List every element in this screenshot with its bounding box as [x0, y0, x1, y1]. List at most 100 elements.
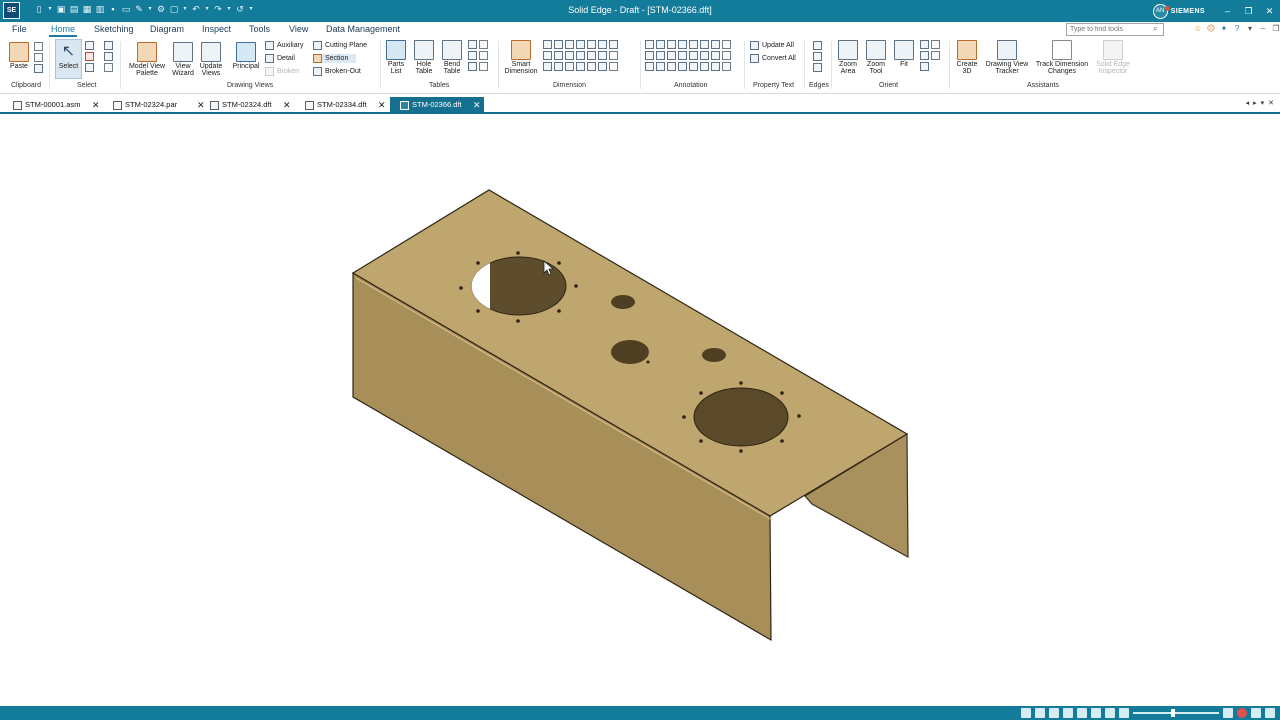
doc-restore-icon[interactable]: ❐	[1271, 23, 1280, 34]
zoom-tool-button[interactable]: Zoom Tool	[864, 40, 888, 75]
note-icon[interactable]	[700, 51, 709, 60]
find-tools-input[interactable]	[1066, 23, 1164, 36]
capture-icon[interactable]	[1251, 708, 1261, 718]
edge-hide-icon[interactable]	[813, 63, 822, 72]
table-icon[interactable]	[468, 40, 477, 49]
zoom-in-status-icon[interactable]	[1223, 708, 1233, 718]
table-props-icon[interactable]	[479, 62, 488, 71]
edge-painter-icon[interactable]	[813, 52, 822, 61]
fit-status-icon[interactable]	[1063, 708, 1073, 718]
close-all-tabs-icon[interactable]: ✕	[1268, 99, 1274, 107]
help-status-icon[interactable]	[1265, 708, 1275, 718]
file-icon[interactable]: ▥	[95, 3, 105, 16]
zoom-status-icon[interactable]	[1049, 708, 1059, 718]
select-filter-icon[interactable]	[85, 41, 94, 50]
zoom-slider[interactable]	[1133, 709, 1219, 717]
pan-icon[interactable]	[931, 40, 940, 49]
update-all-button[interactable]: Update All	[750, 41, 794, 50]
grid-status-icon[interactable]	[1105, 708, 1115, 718]
callout-icon[interactable]	[667, 40, 676, 49]
tab-list-icon[interactable]: ▾	[1261, 99, 1265, 107]
broken-out-button[interactable]: Broken-Out	[313, 67, 361, 76]
sparkle-icon[interactable]: ✦	[1219, 23, 1229, 34]
minimize-icon[interactable]: –	[1217, 6, 1238, 16]
track-dimension-changes-button[interactable]: Track Dimension Changes	[1033, 40, 1091, 75]
model-view-palette-button[interactable]: Model View Palette	[126, 42, 168, 77]
update-views-button[interactable]: Update Views	[198, 42, 224, 77]
stack-icon[interactable]	[554, 51, 563, 60]
dim-more-icon[interactable]	[609, 62, 618, 71]
undo-icon[interactable]: ↶	[191, 3, 201, 16]
auxiliary-button[interactable]: Auxiliary	[265, 41, 303, 50]
zoom-out-icon[interactable]	[920, 51, 929, 60]
select-chain-icon[interactable]	[104, 52, 113, 61]
center-mark-icon[interactable]	[667, 51, 676, 60]
clipboard-dropdown-icon[interactable]: ▾	[182, 3, 188, 16]
select-none-icon[interactable]	[104, 63, 113, 72]
maximize-icon[interactable]: ❐	[1238, 6, 1259, 17]
image-icon[interactable]	[711, 62, 720, 71]
centerline-icon[interactable]	[678, 51, 687, 60]
select-mode-icon[interactable]	[1021, 708, 1031, 718]
repeat-icon[interactable]: ↺	[235, 3, 245, 16]
new-dropdown-icon[interactable]: ▾	[47, 3, 53, 16]
tab-sketching[interactable]: Sketching	[94, 24, 134, 34]
fill-icon[interactable]	[689, 62, 698, 71]
table-grid-icon[interactable]	[468, 51, 477, 60]
edge-condition-icon[interactable]	[700, 40, 709, 49]
annot-more-icon[interactable]	[722, 51, 731, 60]
help-icon[interactable]: ?	[1232, 23, 1242, 34]
dim-style-icon[interactable]	[609, 51, 618, 60]
symmetric-icon[interactable]	[587, 40, 596, 49]
record-icon[interactable]	[1237, 708, 1247, 718]
dim-prefix-icon[interactable]	[576, 62, 585, 71]
smiley-icon[interactable]: ☺	[1193, 23, 1203, 34]
connector-icon[interactable]	[645, 62, 654, 71]
sheet-status-icon[interactable]	[1091, 708, 1101, 718]
edge-display-icon[interactable]	[813, 41, 822, 50]
frown-icon[interactable]: ☹	[1206, 23, 1216, 34]
drawing-canvas[interactable]	[0, 116, 1280, 706]
doc-minimize-icon[interactable]: –	[1258, 23, 1268, 34]
print-icon[interactable]: ▭	[121, 3, 131, 16]
customize-qat-icon[interactable]: ▾	[248, 3, 254, 16]
chamfer-icon[interactable]	[576, 40, 585, 49]
revision-icon[interactable]	[656, 62, 665, 71]
select-window-icon[interactable]	[104, 41, 113, 50]
close-tab-icon[interactable]: ✕	[378, 97, 386, 113]
app-logo-icon[interactable]: SE	[3, 2, 20, 19]
leader-icon[interactable]	[645, 40, 654, 49]
weld-icon[interactable]	[689, 40, 698, 49]
tab-data-management[interactable]: Data Management	[326, 24, 400, 34]
settings-icon[interactable]: ⚙	[156, 3, 166, 16]
previous-view-icon[interactable]	[920, 62, 929, 71]
close-tab-icon[interactable]: ✕	[473, 97, 481, 113]
cutting-plane-button[interactable]: Cutting Plane	[313, 41, 367, 50]
close-icon[interactable]: ✕	[1259, 6, 1280, 17]
broken-button[interactable]: Broken	[265, 67, 299, 76]
block-label-icon[interactable]	[678, 62, 687, 71]
close-tab-icon[interactable]: ✕	[197, 97, 205, 113]
convert-all-button[interactable]: Convert All	[750, 54, 796, 63]
drawing-view-tracker-button[interactable]: Drawing View Tracker	[982, 40, 1032, 75]
cross-hatch-icon[interactable]	[656, 51, 665, 60]
paste-button[interactable]: Paste	[8, 42, 30, 70]
balloon-icon[interactable]	[656, 40, 665, 49]
text-icon[interactable]	[689, 51, 698, 60]
doc-tab-stm-02324-dft[interactable]: STM-02324.dft ✕	[210, 97, 300, 113]
tab-diagram[interactable]: Diagram	[150, 24, 184, 34]
radial-icon[interactable]	[598, 40, 607, 49]
table-format-icon[interactable]	[479, 51, 488, 60]
arc-length-icon[interactable]	[565, 51, 574, 60]
dim-align-icon[interactable]	[543, 62, 552, 71]
copy-icon[interactable]	[34, 53, 43, 62]
baseline-icon[interactable]	[576, 51, 585, 60]
tab-home[interactable]: Home	[48, 24, 78, 37]
doc-tab-stm-02366-dft[interactable]: STM-02366.dft ✕	[390, 97, 484, 113]
undo-dropdown-icon[interactable]: ▾	[204, 3, 210, 16]
distance-icon[interactable]	[543, 40, 552, 49]
edit-icon[interactable]: ✎	[134, 3, 144, 16]
solid-edge-inspector-button[interactable]: Solid Edge Inspector	[1092, 40, 1134, 75]
select-fence-icon[interactable]	[85, 52, 94, 61]
annot-extra-icon[interactable]	[722, 62, 731, 71]
